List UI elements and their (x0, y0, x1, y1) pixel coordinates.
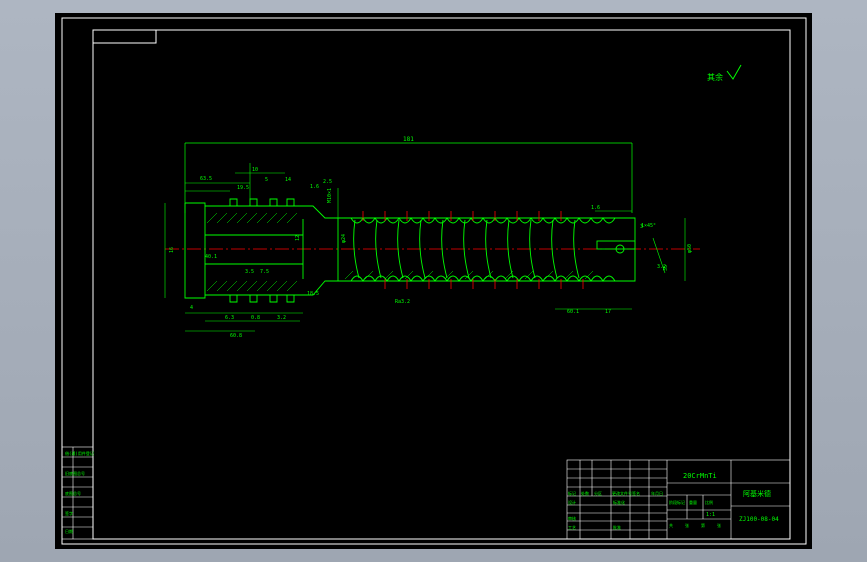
title-drawing-no: ZJ100-08-04 (739, 516, 779, 523)
surface-finish-note: 其余 (707, 64, 742, 82)
dim-d19: 7.5 (260, 269, 269, 275)
dim-d6: 1.6 (310, 184, 319, 190)
header-label-4: 签名 (632, 490, 640, 496)
dim-d14: 3.2 (277, 315, 286, 321)
dim-d8: M10×1 (327, 188, 333, 203)
title-material: 20CrMnTi (683, 472, 717, 480)
left-strip-label-1: 旧底图总号 (65, 470, 85, 476)
dim-d15: 18.5 (307, 291, 319, 297)
surface-finish-label: 其余 (707, 72, 723, 82)
title-scale: 1:1 (706, 512, 715, 518)
cad-drawing: 其余 181 63.5 19.5 10 5 14 1.6 2.5 M10×1 1… (61, 17, 807, 545)
left-strip-label-3: 签字 (65, 510, 73, 516)
dim-d25: φ24 (341, 234, 347, 243)
stage-label-0: 阶段标记 (669, 499, 685, 505)
stage-label-2: 比例 (705, 499, 713, 505)
header-label-2: 分区 (594, 490, 602, 496)
dim-d5: 14 (285, 177, 291, 183)
dim-d10: 12 (295, 235, 301, 241)
sheet-label-0: 共 (669, 522, 673, 528)
dim-d9: 16 (169, 247, 175, 253)
title-part-name: 阿基米德 (743, 489, 771, 498)
left-strip-label-2: 底图总号 (65, 490, 81, 496)
dim-d3: 10 (252, 167, 258, 173)
dim-d16: 40.1 (205, 254, 217, 260)
corner-code-box (92, 29, 157, 44)
dim-d22: 1.6 (591, 205, 600, 211)
left-strip-labels: 借(通)用件登记 旧底图总号 底图总号 签字 日期 (65, 450, 94, 534)
header-label-3: 更改文件号 (612, 490, 632, 496)
shaft-outline (184, 198, 636, 303)
sheet-label-3: 张 (717, 522, 721, 528)
role-label-1: 标准化 (613, 499, 625, 505)
inner-frame (92, 29, 791, 540)
left-strip-label-4: 日期 (65, 528, 73, 534)
dim-d17: 60.8 (230, 333, 242, 339)
stage-label-1: 重量 (689, 499, 697, 505)
dim-d27: 35 (663, 265, 669, 271)
role-label-2: 审核 (568, 515, 576, 521)
dim-d4: 5 (265, 177, 268, 183)
header-label-5: 年月日 (651, 490, 663, 496)
dim-d26: Ra3.2 (395, 299, 410, 305)
dim-d12: 6.3 (225, 315, 234, 321)
overall-length-text: 181 (403, 136, 414, 143)
dim-d7: 2.5 (323, 179, 332, 185)
dim-d11: 4 (190, 305, 193, 311)
sheet-label-2: 第 (701, 522, 705, 528)
dim-d2: 19.5 (237, 185, 249, 191)
header-label-0: 标记 (568, 490, 576, 496)
dim-d18: 3.5 (245, 269, 254, 275)
dim-d23: φ50 (687, 244, 693, 253)
role-label-3: 工艺 (568, 525, 576, 530)
role-label-0: 设计 (568, 499, 576, 505)
dim-d29: 1×45° (641, 223, 656, 229)
left-strip-label-0: 借(通)用件登记 (65, 450, 94, 456)
dim-d21: 17 (605, 309, 611, 315)
dim-d1: 63.5 (200, 176, 212, 182)
sheet-label-1: 张 (685, 522, 689, 528)
header-label-1: 处数 (581, 490, 589, 496)
dim-d13: 0.8 (251, 315, 260, 321)
dim-d20: 60.1 (567, 309, 579, 315)
drawing-sheet: 其余 181 63.5 19.5 10 5 14 1.6 2.5 M10×1 1… (55, 13, 812, 549)
role-label-4: 批准 (613, 524, 621, 530)
viewport-background: 其余 181 63.5 19.5 10 5 14 1.6 2.5 M10×1 1… (0, 0, 867, 562)
overall-length-dimension: 181 (184, 136, 633, 213)
